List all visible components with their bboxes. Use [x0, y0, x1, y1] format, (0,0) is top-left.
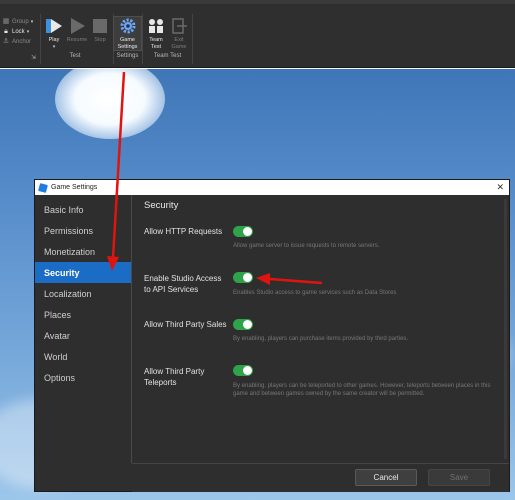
model-tools-column: ▦ Group ▾ 🔒︎ Lock ▾ ⚓︎ Anchor: [2, 17, 34, 47]
sidebar-item-monetization[interactable]: Monetization: [35, 241, 131, 262]
setting-label-line: Enable Studio Access: [144, 274, 222, 283]
sidebar-item-label: Localization: [44, 288, 92, 299]
stop-button[interactable]: Stop: [87, 17, 113, 44]
dialog-titlebar[interactable]: Game Settings ✕: [35, 180, 509, 195]
close-icon[interactable]: ✕: [496, 182, 504, 192]
dialog-launcher-icon[interactable]: ⇲: [31, 54, 36, 61]
setting-label-third-party-teleports: Allow Third Party Teleports: [144, 366, 204, 388]
sidebar-item-avatar[interactable]: Avatar: [35, 325, 131, 346]
sidebar-item-label: Places: [44, 309, 72, 320]
cancel-button[interactable]: Cancel: [355, 469, 417, 486]
ribbon-top-strip: [0, 0, 515, 4]
settings-group-label: Settings: [116, 53, 139, 59]
setting-label-line: to API Services: [144, 285, 199, 294]
exit-game-label: Game: [171, 43, 187, 50]
sidebar-item-label: Permissions: [44, 225, 94, 236]
dialog-title: Game Settings: [51, 184, 98, 191]
sidebar-item-permissions[interactable]: Permissions: [35, 220, 131, 241]
exit-game-icon: [172, 18, 187, 34]
game-settings-dialog: Game Settings ✕ Basic Info Permissions M…: [34, 179, 510, 492]
setting-label-studio-api-access: Enable Studio Access to API Services: [144, 273, 221, 295]
toggle-knob: [243, 273, 252, 282]
setting-description: By enabling, players can purchase items …: [233, 336, 409, 342]
setting-description: Enables Studio access to game services s…: [233, 290, 397, 296]
anchor-button[interactable]: ⚓︎ Anchor: [2, 37, 33, 47]
resume-icon: [71, 18, 85, 34]
lock-icon: 🔒︎: [4, 28, 8, 35]
ribbon-toolbar: ▦ Group ▾ 🔒︎ Lock ▾ ⚓︎ Anchor ⇲ Play ▾ R…: [0, 0, 515, 68]
toggle-studio-api-access[interactable]: [233, 272, 253, 283]
panel-heading: Security: [144, 200, 179, 211]
setting-label-third-party-sales: Allow Third Party Sales: [144, 319, 227, 330]
settings-sidebar: Basic Info Permissions Monetization Secu…: [35, 195, 131, 446]
ribbon-separator: [192, 14, 193, 64]
sidebar-item-places[interactable]: Places: [35, 304, 131, 325]
team-test-icon: [149, 19, 163, 33]
exit-game-button[interactable]: Exit Game: [166, 17, 192, 50]
sidebar-item-basic-info[interactable]: Basic Info: [35, 199, 131, 220]
lock-button[interactable]: 🔒︎ Lock ▾: [2, 27, 33, 37]
game-settings-label: Settings: [117, 43, 138, 50]
toggle-http-requests[interactable]: [233, 226, 253, 237]
play-icon: [46, 19, 62, 33]
sun: [55, 69, 165, 139]
lock-label: Lock: [12, 29, 25, 35]
setting-label-line: Allow HTTP Requests: [144, 227, 223, 236]
setting-label-line: Teleports: [144, 378, 177, 387]
chevron-down-icon: ▾: [30, 19, 34, 25]
stop-icon: [93, 19, 107, 33]
resume-label: Resume: [66, 37, 88, 43]
sidebar-item-label: Basic Info: [44, 204, 84, 215]
sidebar-item-label: Avatar: [44, 330, 70, 341]
sidebar-item-options[interactable]: Options: [35, 367, 131, 388]
save-button[interactable]: Save: [428, 469, 490, 486]
roblox-logo-icon: [38, 182, 48, 193]
gear-icon: [120, 18, 135, 34]
toggle-knob: [243, 227, 252, 236]
group-icon: ▦: [2, 18, 10, 25]
anchor-icon: ⚓︎: [2, 38, 10, 45]
setting-label-line: Allow Third Party Sales: [144, 320, 227, 329]
toggle-third-party-teleports[interactable]: [233, 365, 253, 376]
anchor-label: Anchor: [12, 39, 32, 45]
sidebar-item-label: Monetization: [44, 246, 96, 257]
sidebar-item-label: Options: [44, 372, 76, 383]
sidebar-item-security[interactable]: Security: [35, 262, 131, 283]
setting-label-line: Allow Third Party: [144, 367, 205, 376]
scrollbar[interactable]: [504, 199, 507, 459]
sidebar-item-label: World: [44, 351, 68, 362]
stop-label: Stop: [94, 37, 106, 43]
chevron-down-icon: ▾: [52, 43, 56, 50]
team-test-label: Test: [150, 43, 162, 50]
sidebar-item-localization[interactable]: Localization: [35, 283, 131, 304]
security-panel: Security Allow HTTP Requests Allow game …: [132, 195, 509, 463]
group-button[interactable]: ▦ Group ▾: [2, 17, 34, 27]
game-settings-button[interactable]: Game Settings: [113, 16, 142, 51]
sidebar-item-world[interactable]: World: [35, 346, 131, 367]
chevron-down-icon: ▾: [26, 29, 30, 35]
sidebar-item-label: Security: [44, 267, 80, 278]
group-label: Group: [12, 19, 29, 25]
setting-description: Allow game server to issue requests to r…: [233, 243, 380, 249]
team-test-group-label: Team Test: [153, 53, 182, 59]
setting-description: By enabling, players can be teleported t…: [233, 383, 491, 397]
dialog-footer: Cancel Save: [132, 463, 509, 492]
setting-label-http-requests: Allow HTTP Requests: [144, 226, 222, 237]
toggle-knob: [243, 320, 252, 329]
test-group-label: Test: [69, 53, 81, 59]
toggle-third-party-sales[interactable]: [233, 319, 253, 330]
toggle-knob: [243, 366, 252, 375]
